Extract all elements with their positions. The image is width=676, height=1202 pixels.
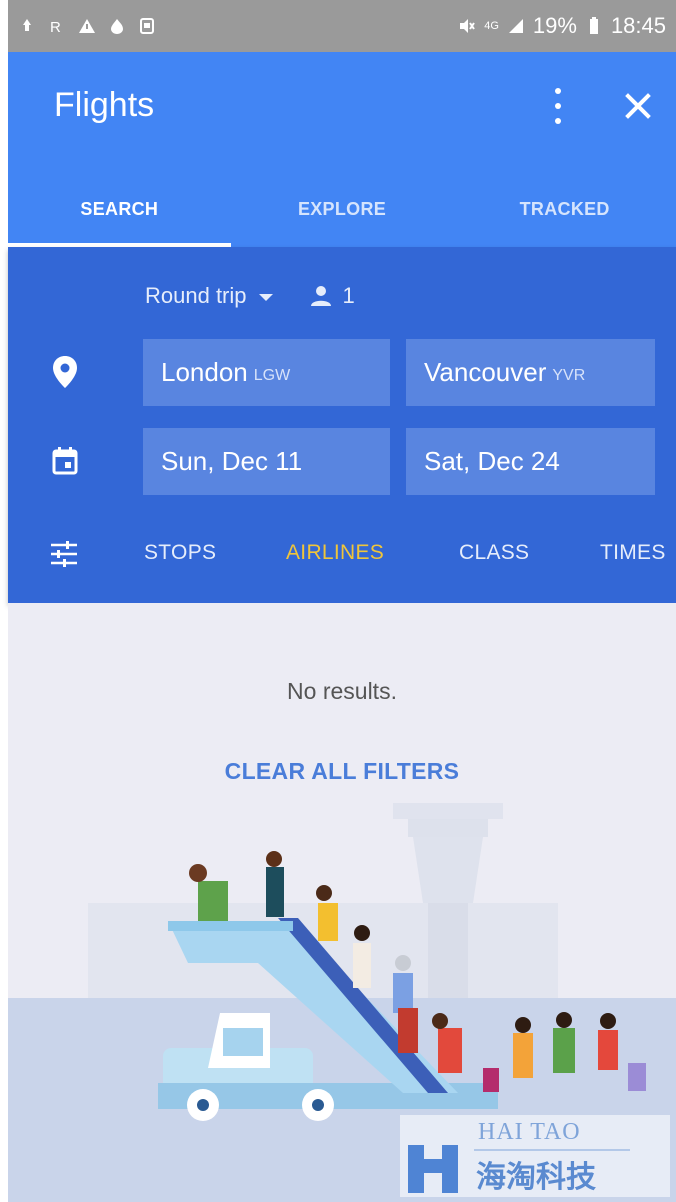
tab-tracked[interactable]: TRACKED	[453, 172, 676, 247]
filter-bar: STOPS AIRLINES CLASS TIMES	[8, 535, 676, 581]
battery-percent: 19%	[532, 13, 577, 38]
tab-bar: SEARCH EXPLORE TRACKED	[8, 172, 676, 247]
depart-date: Sun, Dec 11	[161, 446, 303, 476]
no-results-message: No results.	[287, 678, 397, 704]
app-icon	[111, 19, 123, 34]
network-type: 4G	[484, 20, 499, 32]
passenger-selector[interactable]: 1	[309, 283, 355, 309]
filter-stops[interactable]: STOPS	[144, 541, 216, 565]
battery-icon	[589, 17, 598, 34]
trip-options: Round trip 1	[145, 283, 355, 309]
signal-icon	[508, 19, 523, 33]
filter-class[interactable]: CLASS	[459, 541, 529, 565]
notification-icon	[23, 19, 31, 31]
status-notification-icons: R	[18, 17, 156, 35]
clock: 18:45	[610, 13, 666, 38]
destination-field[interactable]: Vancouver YVR	[406, 339, 655, 406]
gallery-icon	[140, 18, 154, 34]
origin-city: London	[161, 357, 248, 387]
trip-type-selector[interactable]: Round trip	[145, 283, 247, 309]
search-panel: Round trip 1 London LGW Vancouver YVR Su…	[8, 247, 676, 603]
passenger-count: 1	[342, 283, 355, 308]
status-bar: R 4G 19% 18:45	[8, 0, 676, 52]
watermark-text-en: HAI TAO	[478, 1119, 581, 1145]
mute-icon	[460, 19, 476, 33]
destination-code: YVR	[552, 366, 586, 384]
origin-code: LGW	[253, 366, 291, 384]
origin-field[interactable]: London LGW	[143, 339, 390, 406]
watermark-text-cn: 海淘科技	[476, 1160, 596, 1195]
page-title: Flights	[54, 86, 155, 124]
dropdown-caret-icon[interactable]	[258, 294, 273, 301]
filter-airlines[interactable]: AIRLINES	[286, 541, 384, 565]
filter-sliders-icon[interactable]	[50, 541, 78, 567]
status-system-icons: 4G 19% 18:45	[458, 13, 666, 39]
tab-search[interactable]: SEARCH	[8, 172, 231, 247]
data-icon: R	[50, 19, 61, 35]
clear-all-filters-button[interactable]: CLEAR ALL FILTERS	[8, 758, 676, 785]
more-vert-icon[interactable]	[548, 88, 568, 124]
results-area: No results. CLEAR ALL FILTERS	[8, 603, 676, 1202]
person-icon	[310, 286, 331, 306]
return-date-field[interactable]: Sat, Dec 24	[406, 428, 655, 495]
filter-times[interactable]: TIMES	[600, 541, 666, 565]
tab-explore[interactable]: EXPLORE	[231, 172, 454, 247]
calendar-icon	[52, 447, 78, 475]
destination-city: Vancouver	[424, 357, 547, 387]
app-bar: Flights SEARCH EXPLORE TRACKED	[8, 52, 676, 247]
close-icon[interactable]	[620, 88, 656, 124]
depart-date-field[interactable]: Sun, Dec 11	[143, 428, 390, 495]
return-date: Sat, Dec 24	[424, 446, 560, 476]
svg-text:R: R	[50, 19, 61, 35]
location-pin-icon	[53, 356, 77, 388]
warning-icon	[79, 19, 95, 33]
